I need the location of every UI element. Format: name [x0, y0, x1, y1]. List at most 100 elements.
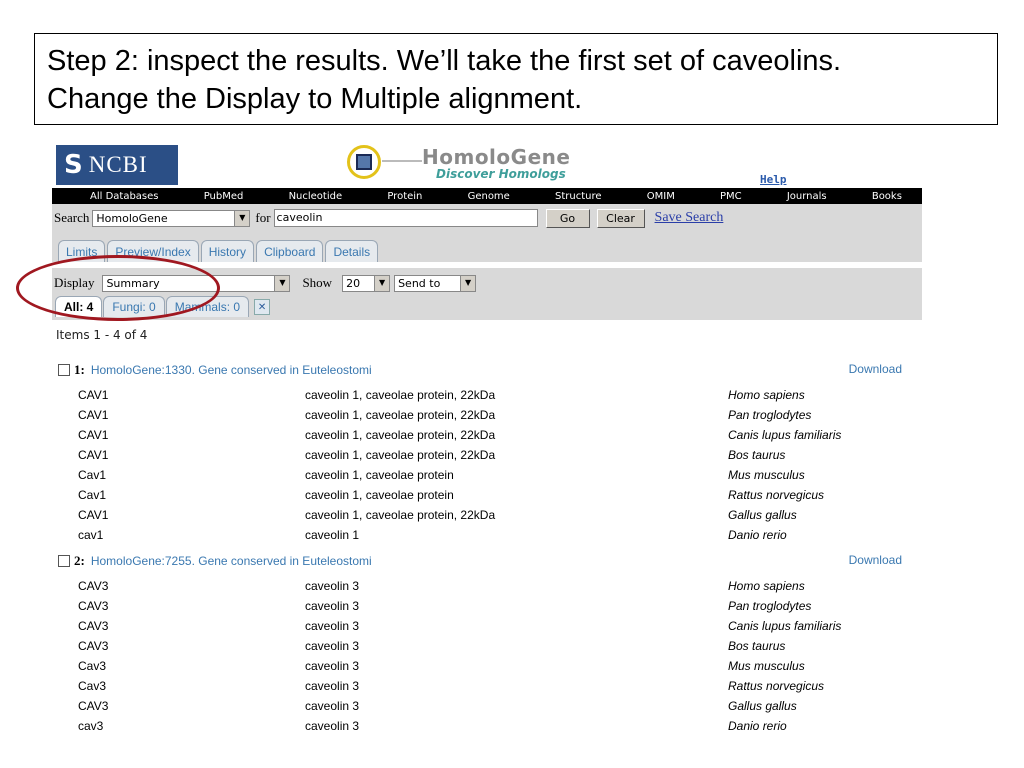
table-row: Cav1 caveolin 1, caveolae protein Mus musc… [52, 468, 922, 488]
go-button[interactable]: Go [545, 208, 590, 228]
send-to-select[interactable]: Send to ▼ [394, 274, 477, 292]
gene-description: caveolin 1, caveolae protein, 22kDa [305, 428, 496, 442]
database-select[interactable]: HomoloGene ▼ [92, 209, 251, 227]
species-name: Gallus gallus [728, 508, 797, 522]
nav-books[interactable]: Books [872, 191, 902, 202]
download-link[interactable]: Download [849, 553, 902, 567]
homologene-screenshot: S NCBI HomoloGene Discover Homologs Help… [52, 143, 922, 748]
gene-symbol[interactable]: Cav1 [78, 468, 106, 482]
species-name: Rattus norvegicus [728, 488, 825, 502]
table-row: CAV1 caveolin 1, caveolae protein, 22kDa G… [52, 508, 922, 528]
species-name: Canis lupus familiaris [728, 619, 842, 633]
table-row: CAV3 caveolin 3 Gallus gallus [52, 699, 922, 719]
species-name: Homo sapiens [728, 388, 805, 402]
gene-symbol[interactable]: CAV3 [78, 699, 108, 713]
search-row: Search HomoloGene ▼ for caveolin Go Clea… [54, 208, 723, 228]
chevron-down-icon: ▼ [460, 275, 476, 291]
chevron-down-icon: ▼ [374, 275, 390, 291]
ncbi-swoosh-icon: S [64, 150, 83, 180]
gene-description: caveolin 1, caveolae protein, 22kDa [305, 408, 496, 422]
homologene-title: HomoloGene [422, 145, 571, 169]
select-checkbox[interactable] [58, 364, 70, 376]
send-to-value: Send to [398, 276, 441, 290]
result-group-header: 1: HomoloGene:1330. Gene conserved in Eut… [58, 361, 372, 379]
result-number: 1: [74, 362, 85, 377]
clear-button[interactable]: Clear [596, 208, 645, 228]
for-label: for [255, 210, 271, 225]
wrench-icon[interactable]: ✕ [254, 299, 271, 315]
species-name: Danio rerio [728, 528, 787, 542]
gene-symbol[interactable]: CAV1 [78, 408, 108, 422]
nav-pmc[interactable]: PMC [720, 191, 742, 202]
gene-description: caveolin 1 [305, 528, 360, 542]
homologene-link[interactable]: HomoloGene:1330. Gene conserved in Eutel… [91, 363, 372, 377]
nav-protein[interactable]: Protein [387, 191, 422, 202]
nav-all-databases[interactable]: All Databases [90, 191, 159, 202]
items-count: Items 1 - 4 of 4 [56, 328, 148, 342]
gene-symbol[interactable]: CAV1 [78, 428, 108, 442]
species-name: Gallus gallus [728, 699, 797, 713]
tab-details[interactable]: Details [325, 240, 379, 262]
species-name: Canis lupus familiaris [728, 428, 842, 442]
gene-description: caveolin 3 [305, 659, 360, 673]
nav-structure[interactable]: Structure [555, 191, 602, 202]
gene-symbol[interactable]: CAV3 [78, 579, 108, 593]
gene-symbol[interactable]: CAV3 [78, 639, 108, 653]
homologene-link[interactable]: HomoloGene:7255. Gene conserved in Eutel… [91, 554, 372, 568]
nav-nucleotide[interactable]: Nucleotide [289, 191, 343, 202]
gene-description: caveolin 1, caveolae protein, 22kDa [305, 388, 496, 402]
gene-symbol[interactable]: CAV1 [78, 448, 108, 462]
ncbi-logo[interactable]: S NCBI [56, 145, 178, 185]
table-row: CAV3 caveolin 3 Pan troglodytes [52, 599, 922, 619]
highlight-oval [16, 255, 220, 321]
select-checkbox[interactable] [58, 555, 70, 567]
show-select[interactable]: 20 ▼ [342, 274, 391, 292]
gene-symbol[interactable]: cav1 [78, 528, 103, 542]
gene-symbol[interactable]: CAV1 [78, 508, 108, 522]
gene-description: caveolin 1, caveolae protein, 22kDa [305, 448, 496, 462]
gene-description: caveolin 1, caveolae protein [305, 488, 454, 502]
download-link[interactable]: Download [849, 362, 902, 376]
tab-clipboard[interactable]: Clipboard [256, 240, 324, 262]
nav-genome[interactable]: Genome [468, 191, 510, 202]
gene-description: caveolin 3 [305, 639, 360, 653]
show-select-value: 20 [346, 276, 361, 290]
nav-journals[interactable]: Journals [787, 191, 827, 202]
species-name: Pan troglodytes [728, 408, 812, 422]
table-row: CAV1 caveolin 1, caveolae protein, 22kDa C… [52, 428, 922, 448]
caption-line-1: Step 2: inspect the results. We’ll take … [47, 45, 842, 77]
gene-symbol[interactable]: Cav1 [78, 488, 106, 502]
table-row: Cav3 caveolin 3 Rattus norvegicus [52, 679, 922, 699]
search-input[interactable]: caveolin [273, 209, 538, 227]
table-row: Cav3 caveolin 3 Mus musculus [52, 659, 922, 679]
save-search-link[interactable]: Save Search [655, 210, 724, 226]
gene-symbol[interactable]: Cav3 [78, 679, 106, 693]
nav-omim[interactable]: OMIM [647, 191, 675, 202]
gene-symbol[interactable]: CAV3 [78, 599, 108, 613]
help-link[interactable]: Help [760, 173, 787, 186]
result-group-header: 2: HomoloGene:7255. Gene conserved in Eut… [58, 552, 372, 570]
gene-description: caveolin 3 [305, 579, 360, 593]
nav-pubmed[interactable]: PubMed [204, 191, 244, 202]
gene-description: caveolin 3 [305, 619, 360, 633]
species-name: Danio rerio [728, 719, 787, 733]
gene-symbol[interactable]: CAV3 [78, 619, 108, 633]
ncbi-logo-text: NCBI [88, 152, 148, 177]
table-row: CAV3 caveolin 3 Canis lupus familiaris [52, 619, 922, 639]
gene-symbol[interactable]: Cav3 [78, 659, 106, 673]
table-row: CAV3 caveolin 3 Bos taurus [52, 639, 922, 659]
show-label: Show [302, 275, 333, 290]
species-name: Mus musculus [728, 659, 805, 673]
species-name: Homo sapiens [728, 579, 805, 593]
chevron-down-icon: ▼ [274, 275, 290, 291]
chevron-down-icon: ▼ [234, 210, 250, 226]
gene-description: caveolin 3 [305, 719, 360, 733]
caption-line-2: Change the Display to Multiple alignment… [47, 83, 583, 115]
species-name: Mus musculus [728, 468, 805, 482]
species-name: Pan troglodytes [728, 599, 812, 613]
tab-history[interactable]: History [200, 240, 255, 262]
table-row: CAV1 caveolin 1, caveolae protein, 22kDa H… [52, 388, 922, 408]
gene-symbol[interactable]: cav3 [78, 719, 103, 733]
homologene-subtitle: Discover Homologs [436, 167, 566, 181]
gene-symbol[interactable]: CAV1 [78, 388, 108, 402]
